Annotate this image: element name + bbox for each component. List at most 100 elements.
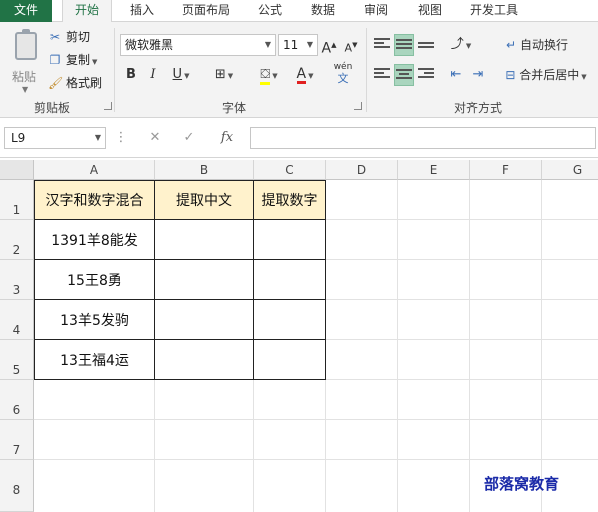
row-header-4[interactable]: 4 [0, 300, 34, 340]
paintbrush-icon: 🖌 [48, 76, 64, 90]
gridline [469, 180, 470, 512]
cancel-entry-button[interactable]: ✕ [144, 127, 166, 149]
gridline [541, 180, 542, 512]
align-middle-button[interactable] [394, 34, 414, 56]
ribbon-home: 粘贴 ▼ ✂ 剪切 ❐ 复制 ▼ 🖌 格式刷 剪贴板 微软雅黑 ▼ 11 ▼ A▲ A▼… [0, 22, 598, 118]
worksheet-grid[interactable]: A B C D E F G 1 2 3 4 5 6 7 8 汉字和数字混合 提取… [0, 160, 598, 512]
column-header-f[interactable]: F [470, 160, 542, 180]
column-header-g[interactable]: G [542, 160, 598, 180]
column-header-e[interactable]: E [398, 160, 470, 180]
cell-a4[interactable]: 13羊5发驹 [34, 299, 155, 340]
confirm-entry-button[interactable]: ✓ [178, 127, 200, 149]
row-header-3[interactable]: 3 [0, 260, 34, 300]
format-painter-button[interactable]: 🖌 格式刷 [48, 73, 102, 93]
font-name-select[interactable]: 微软雅黑 ▼ [120, 34, 276, 56]
bold-button[interactable]: B [122, 64, 140, 86]
tab-home[interactable]: 开始 [62, 0, 112, 23]
cell-b3[interactable] [154, 259, 254, 300]
cell-c1[interactable]: 提取数字 [253, 180, 326, 220]
cell-b5[interactable] [154, 339, 254, 380]
chevron-down-icon: ▼ [184, 72, 190, 80]
name-box-value: L9 [11, 131, 26, 145]
decrease-indent-button[interactable]: ⇤ [446, 64, 466, 86]
align-top-button[interactable] [372, 34, 392, 56]
column-header-b[interactable]: B [155, 160, 254, 180]
decrease-font-size-button[interactable]: A▼ [342, 34, 360, 56]
clipboard-dialog-launcher[interactable] [104, 102, 112, 110]
align-right-button[interactable] [416, 64, 436, 86]
insert-function-button[interactable]: fx [214, 127, 240, 149]
increase-font-size-button[interactable]: A▲ [320, 34, 338, 57]
row-header-7[interactable]: 7 [0, 420, 34, 460]
cell-b2[interactable] [154, 219, 254, 260]
italic-button[interactable]: I [144, 64, 162, 86]
column-header-a[interactable]: A [34, 160, 155, 180]
column-header-c[interactable]: C [254, 160, 326, 180]
cell-c4[interactable] [253, 299, 326, 340]
chevron-down-icon: ▼ [94, 133, 101, 142]
formula-input[interactable] [250, 127, 596, 149]
chevron-down-icon: ▼ [308, 72, 314, 80]
align-bottom-button[interactable] [416, 34, 436, 56]
font-dialog-launcher[interactable] [354, 102, 362, 110]
fill-color-button[interactable]: ⛋ ▼ [252, 64, 286, 86]
row-header-2[interactable]: 2 [0, 220, 34, 260]
copy-icon: ❐ [49, 53, 61, 67]
align-center-button[interactable] [394, 64, 414, 86]
row-header-8[interactable]: 8 [0, 460, 34, 512]
column-header-d[interactable]: D [326, 160, 398, 180]
row-header-1[interactable]: 1 [0, 180, 34, 220]
group-divider [114, 28, 115, 112]
cell-a5[interactable]: 13王福4运 [34, 339, 155, 380]
font-color-icon: A [296, 66, 307, 84]
tab-review[interactable]: 审阅 [356, 0, 396, 22]
chevron-down-icon: ▼ [581, 73, 587, 81]
cell-a1[interactable]: 汉字和数字混合 [34, 180, 155, 220]
wrap-text-button[interactable]: ↵ 自动换行 [500, 34, 574, 56]
cell-c2[interactable] [253, 219, 326, 260]
copy-button[interactable]: ❐ 复制 ▼ [48, 50, 98, 70]
align-top-icon [374, 38, 390, 52]
row-number: 3 [12, 283, 21, 297]
chevron-down-icon: ▼ [92, 58, 98, 66]
font-color-button[interactable]: A ▼ [288, 64, 322, 86]
phonetic-char-label: 文 [337, 72, 349, 85]
name-box[interactable]: L9 ▼ [4, 127, 106, 149]
merge-center-button[interactable]: ⊟ 合并后居中 ▼ [500, 64, 592, 86]
tab-page-layout[interactable]: 页面布局 [174, 0, 238, 22]
select-all-corner[interactable] [0, 160, 34, 180]
cut-label: 剪切 [66, 30, 91, 44]
tab-file[interactable]: 文件 [0, 0, 52, 22]
tab-developer[interactable]: 开发工具 [462, 0, 526, 22]
tab-formulas[interactable]: 公式 [250, 0, 290, 22]
phonetic-guide-button[interactable]: wén 文 [328, 62, 358, 88]
paste-button[interactable]: 粘贴 ▼ [6, 28, 44, 94]
font-size-select[interactable]: 11 ▼ [278, 34, 318, 56]
chevron-down-icon: ▼ [264, 40, 271, 49]
merge-center-label: 合并后居中 [519, 68, 580, 82]
row-header-5[interactable]: 5 [0, 340, 34, 380]
cell-a3[interactable]: 15王8勇 [34, 259, 155, 300]
cell-a2[interactable]: 1391羊8能发 [34, 219, 155, 260]
format-painter-label: 格式刷 [66, 76, 103, 90]
cell-c5[interactable] [253, 339, 326, 380]
borders-button[interactable]: ⊞ ▼ [208, 64, 240, 86]
underline-button[interactable]: U ▼ [166, 64, 196, 86]
align-right-icon [418, 68, 434, 82]
cell-b4[interactable] [154, 299, 254, 340]
increase-indent-button[interactable]: ⇥ [468, 64, 488, 86]
align-left-button[interactable] [372, 64, 392, 86]
cut-button[interactable]: ✂ 剪切 [48, 27, 90, 47]
align-bottom-icon [418, 42, 434, 56]
tab-insert[interactable]: 插入 [122, 0, 162, 22]
paste-label: 粘贴 [12, 70, 37, 84]
chevron-down-icon: ▼ [306, 40, 313, 49]
tab-view[interactable]: 视图 [410, 0, 450, 22]
cell-b1[interactable]: 提取中文 [154, 180, 254, 220]
tab-data[interactable]: 数据 [303, 0, 343, 22]
row-header-6[interactable]: 6 [0, 380, 34, 420]
cell-c3[interactable] [253, 259, 326, 300]
orientation-button[interactable]: ⤴ ▼ [446, 34, 476, 56]
copy-label: 复制 [66, 53, 91, 67]
more-options-icon: ⋮ [114, 130, 128, 145]
